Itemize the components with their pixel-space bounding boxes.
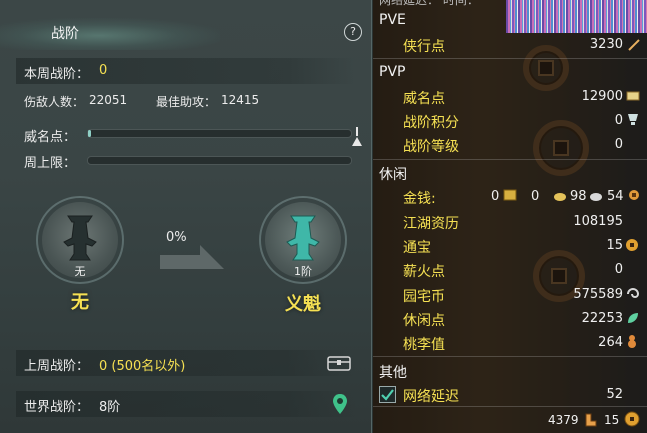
other-section-title: 其他 xyxy=(379,365,407,381)
kills-label: 伤敌人数： xyxy=(24,95,85,109)
topbar-text: 网络延迟： 时间： xyxy=(379,0,479,7)
prestige-label: 威名点： xyxy=(24,130,77,145)
copper-a-value: 98 xyxy=(570,189,587,204)
leisure-item-label: 桃李值 xyxy=(403,337,445,353)
help-button[interactable]: ? xyxy=(344,23,362,41)
next-rank-name: 义魁 xyxy=(285,294,321,315)
pvp-item-value: 12900 xyxy=(581,89,623,104)
kills-value: 22051 xyxy=(89,93,128,107)
leisure-item-label: 园宅币 xyxy=(403,289,445,305)
pvp-item-value: 0 xyxy=(614,113,623,128)
pvp-section-title: PVP xyxy=(379,64,406,80)
panel-title: 战阶 xyxy=(51,26,79,42)
rank-panel: 战阶 ? 本周战阶： 0 伤敌人数： 22051 最佳助攻： 12415 威名点… xyxy=(0,0,372,433)
glitch-bar xyxy=(506,0,647,33)
leisure-item-value: 108195 xyxy=(573,214,623,229)
leisure-item-label: 薪火点 xyxy=(403,264,445,280)
chest-icon[interactable] xyxy=(327,354,351,372)
gold-ingot-icon xyxy=(503,189,517,201)
silver-value: 0 xyxy=(531,189,540,204)
tongbao-coin-icon xyxy=(624,411,640,427)
current-rank-name: 无 xyxy=(71,292,89,313)
pve-item-label: 侠行点 xyxy=(403,39,445,55)
last-week-value: 0 (500名以外) xyxy=(99,359,186,374)
best-assist-value: 12415 xyxy=(221,93,260,107)
cup-icon xyxy=(628,114,638,125)
copper-b-value: 54 xyxy=(607,189,624,204)
leisure-item-value: 15 xyxy=(606,238,623,253)
network-value: 52 xyxy=(606,387,623,402)
map-pin-icon[interactable] xyxy=(332,393,348,415)
rank-progress-percent: 0% xyxy=(166,230,187,245)
divider xyxy=(373,356,647,357)
copper-ingot-icon xyxy=(590,193,602,201)
divider xyxy=(373,159,647,160)
pvp-item-label: 战阶等级 xyxy=(403,139,459,155)
leisure-section-title: 休闲 xyxy=(379,167,407,183)
brush-icon xyxy=(628,39,640,51)
best-assist-label: 最佳助攻： xyxy=(156,95,217,109)
weekly-cap-label: 周上限： xyxy=(24,156,77,171)
gold-value: 0 xyxy=(491,189,500,204)
pvp-item-label: 战阶积分 xyxy=(403,115,459,131)
pve-item-value: 3230 xyxy=(589,37,623,52)
network-label: 网络延迟 xyxy=(403,389,459,405)
scroll-icon xyxy=(626,91,640,101)
divider xyxy=(373,406,647,407)
leisure-item-value: 264 xyxy=(598,335,623,350)
spiral-icon xyxy=(627,288,640,298)
title-ink-decoration xyxy=(0,18,220,50)
money-label: 金钱: xyxy=(403,191,436,207)
boot-icon xyxy=(585,413,597,427)
weekly-rank-label: 本周战阶： xyxy=(24,67,90,82)
arrow-right-icon xyxy=(160,245,224,269)
footer-tongbao: 15 xyxy=(604,413,620,427)
currency-panel: 网络延迟： 时间： PVE 侠行点 3230 PVP 威名点 12900 战阶积… xyxy=(373,0,647,433)
silver-ingot-icon xyxy=(554,193,566,201)
divider xyxy=(373,58,647,59)
next-rank-level: 1阶 xyxy=(294,265,312,278)
weekly-rank-value: 0 xyxy=(99,63,108,78)
leisure-item-label: 江湖资历 xyxy=(403,216,459,232)
pvp-item-value: 0 xyxy=(614,137,623,152)
network-checkbox[interactable] xyxy=(379,386,396,403)
world-rank-value: 8阶 xyxy=(99,400,121,415)
leisure-item-label: 休闲点 xyxy=(403,313,445,329)
prestige-progress-fill xyxy=(88,130,91,137)
last-week-label: 上周战阶： xyxy=(24,359,90,374)
progress-end-marker-icon xyxy=(352,127,362,146)
pvp-item-label: 威名点 xyxy=(403,91,445,107)
leisure-item-value: 22253 xyxy=(581,311,623,326)
leisure-item-value: 0 xyxy=(614,262,623,277)
prestige-progress-bar xyxy=(87,129,352,138)
pve-section-title: PVE xyxy=(379,12,406,28)
weekly-cap-progress-bar xyxy=(87,156,352,165)
gourd-icon xyxy=(628,335,636,348)
world-rank-label: 世界战阶： xyxy=(24,400,90,415)
current-rank-level: 无 xyxy=(74,265,86,278)
leisure-item-value: 575589 xyxy=(573,287,623,302)
leisure-item-label: 通宝 xyxy=(403,240,431,256)
leaf-icon xyxy=(628,313,638,323)
tongbao-coin-icon xyxy=(626,239,638,251)
coin-icon xyxy=(629,190,639,200)
checkmark-icon xyxy=(381,389,394,401)
footer-points: 4379 xyxy=(548,413,579,427)
